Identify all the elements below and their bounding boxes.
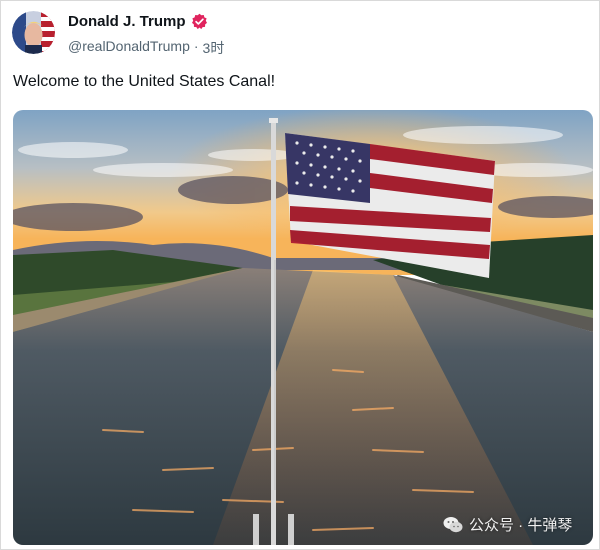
author-display-name[interactable]: Donald J. Trump [68,13,186,30]
avatar[interactable] [12,11,55,54]
author-row: Donald J. Trump [68,13,208,30]
wechat-icon [443,516,463,534]
watermark: 公众号 · 牛弹琴 [443,514,572,535]
post-text: Welcome to the United States Canal! [13,73,276,90]
post-timestamp[interactable]: 3时 [203,38,225,58]
post-image[interactable]: 公众号 · 牛弹琴 [13,110,593,545]
author-handle[interactable]: @realDonaldTrump [68,38,190,58]
watermark-text: 公众号 · 牛弹琴 [469,517,573,534]
verified-badge-icon [191,13,208,30]
meta-separator: · [193,38,199,54]
post-meta: @realDonaldTrump · 3时 [68,38,224,58]
social-post: Donald J. Trump @realDonaldTrump · 3时 We… [0,0,600,550]
